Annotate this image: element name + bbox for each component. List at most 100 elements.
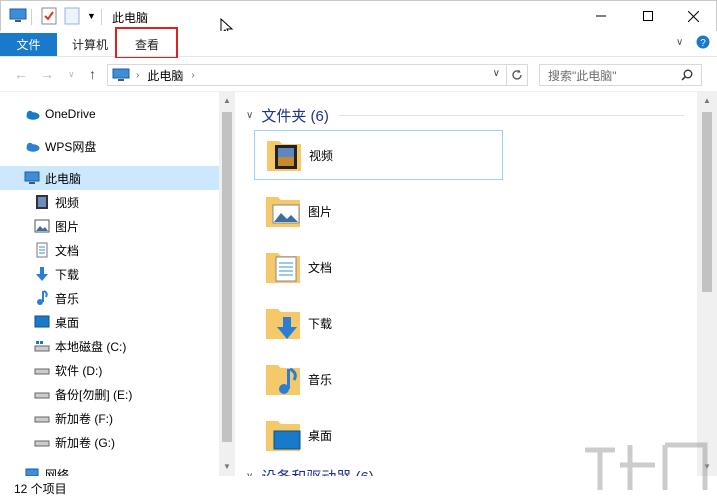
desktop-folder-icon	[264, 415, 302, 455]
nav-label: 文档	[55, 243, 80, 258]
folder-label: 图片	[308, 204, 333, 219]
folder-tile-desktop[interactable]: 桌面	[254, 410, 503, 460]
nav-scrollbar-thumb[interactable]	[222, 112, 232, 442]
forward-arrow-icon[interactable]: →	[40, 66, 54, 82]
tab-file[interactable]: 文件	[0, 33, 57, 56]
nav-item-drive-e[interactable]: 备份[勿删] (E:)	[0, 382, 219, 406]
breadcrumb-separator-icon[interactable]: ›	[191, 70, 194, 81]
search-placeholder: 搜索"此电脑"	[548, 68, 617, 83]
nav-item-onedrive[interactable]: OneDrive	[0, 102, 219, 126]
nav-item-drive-c[interactable]: 本地磁盘 (C:)	[0, 334, 219, 358]
drive-icon	[34, 338, 50, 354]
nav-item-this-pc[interactable]: 此电脑	[0, 166, 219, 190]
back-arrow-icon[interactable]: ←	[14, 66, 28, 82]
document-icon	[34, 242, 50, 258]
nav-label: 备份[勿删] (E:)	[55, 387, 133, 402]
nav-item-desktop[interactable]: 桌面	[0, 310, 219, 334]
folder-tile-documents[interactable]: 文档	[254, 242, 503, 292]
properties-icon[interactable]	[41, 7, 57, 25]
help-icon[interactable]: ?	[696, 35, 710, 52]
title-bar: ▼ 此电脑	[0, 0, 717, 31]
drive-icon	[34, 386, 50, 402]
scroll-up-arrow-icon[interactable]: ▲	[223, 96, 231, 105]
content-pane: ∨ 文件夹 (6) 视频 图片 文档 下载 音乐 桌面 ▲ ▼	[236, 92, 717, 476]
group-divider	[338, 115, 684, 116]
download-icon	[34, 266, 50, 282]
network-icon	[24, 466, 40, 476]
nav-item-pictures[interactable]: 图片	[0, 214, 219, 238]
nav-label: 视频	[55, 195, 80, 210]
expand-ribbon-chevron-icon[interactable]: ∨	[676, 37, 683, 48]
computer-icon	[112, 68, 130, 82]
minimize-button[interactable]	[578, 1, 623, 31]
nav-label: 网络	[45, 467, 70, 477]
nav-item-drive-f[interactable]: 新加卷 (F:)	[0, 406, 219, 430]
breadcrumb-item[interactable]: 此电脑	[147, 67, 183, 84]
search-icon[interactable]	[681, 69, 693, 84]
customize-toolbar-chevron-icon[interactable]: ▼	[87, 7, 96, 25]
collapse-chevron-icon[interactable]: ∨	[246, 110, 253, 121]
recent-locations-chevron-icon[interactable]: ∨	[68, 69, 75, 80]
breadcrumb-separator-icon[interactable]: ›	[136, 70, 139, 81]
content-scrollbar-thumb[interactable]	[702, 112, 712, 292]
maximize-button[interactable]	[625, 1, 670, 31]
download-folder-icon	[264, 303, 302, 343]
new-folder-icon[interactable]	[64, 7, 80, 25]
folder-tile-downloads[interactable]: 下载	[254, 298, 503, 348]
nav-label: 新加卷 (G:)	[55, 435, 115, 450]
music-folder-icon	[264, 359, 302, 399]
toolbar-separator	[31, 9, 32, 25]
folder-label: 音乐	[308, 372, 333, 387]
cloud-icon	[24, 138, 40, 154]
nav-item-wps[interactable]: WPS网盘	[0, 134, 219, 158]
item-count: 12 个项目	[14, 481, 67, 496]
address-row: ← → ∨ ↑ › 此电脑 › ∨ 搜索"此电脑"	[0, 58, 717, 92]
search-input[interactable]: 搜索"此电脑"	[539, 64, 702, 86]
drive-icon	[34, 362, 50, 378]
nav-scrollbar[interactable]: ▲ ▼	[219, 92, 235, 476]
folder-tile-music[interactable]: 音乐	[254, 354, 503, 404]
folder-tile-videos[interactable]: 视频	[254, 130, 503, 180]
folder-label: 文档	[308, 260, 333, 275]
drive-icon	[34, 410, 50, 426]
refresh-button[interactable]	[506, 64, 528, 86]
folder-tile-pictures[interactable]: 图片	[254, 186, 503, 236]
nav-item-downloads[interactable]: 下载	[0, 262, 219, 286]
navigation-pane: OneDrive WPS网盘 此电脑 视频 图片 文档 下载 音乐 桌面 本地磁…	[0, 92, 235, 476]
nav-label: 新加卷 (F:)	[55, 411, 113, 426]
nav-item-drive-d[interactable]: 软件 (D:)	[0, 358, 219, 382]
folder-label: 视频	[309, 148, 334, 163]
nav-label: WPS网盘	[45, 139, 97, 154]
video-icon	[34, 194, 50, 210]
video-folder-icon	[265, 135, 303, 175]
devices-group-title: 设备和驱动器 (6)	[261, 466, 374, 476]
quick-access-computer-icon[interactable]	[9, 7, 27, 25]
window-title: 此电脑	[112, 11, 149, 25]
svg-text:?: ?	[700, 38, 706, 49]
address-dropdown-chevron-icon[interactable]: ∨	[493, 68, 500, 79]
tab-computer[interactable]: 计算机	[66, 33, 114, 56]
nav-label: 图片	[55, 219, 80, 234]
cloud-icon	[24, 106, 40, 122]
up-arrow-icon[interactable]: ↑	[89, 66, 96, 82]
folders-group-header[interactable]: ∨ 文件夹 (6)	[246, 105, 329, 126]
close-button[interactable]	[671, 1, 716, 31]
nav-item-videos[interactable]: 视频	[0, 190, 219, 214]
nav-label: 下载	[55, 267, 80, 282]
content-scrollbar[interactable]: ▲ ▼	[697, 92, 717, 476]
nav-label: 此电脑	[45, 171, 82, 186]
desktop-icon	[34, 314, 50, 330]
nav-item-network[interactable]: 网络	[0, 462, 219, 476]
document-folder-icon	[264, 247, 302, 287]
scroll-up-arrow-icon[interactable]: ▲	[703, 96, 711, 105]
nav-item-music[interactable]: 音乐	[0, 286, 219, 310]
nav-item-documents[interactable]: 文档	[0, 238, 219, 262]
scroll-down-arrow-icon[interactable]: ▼	[223, 462, 231, 471]
devices-group-header[interactable]: ∨ 设备和驱动器 (6)	[246, 466, 374, 476]
nav-label: 桌面	[55, 315, 80, 330]
address-bar[interactable]: › 此电脑 › ∨	[107, 64, 507, 86]
toolbar-separator	[101, 9, 102, 25]
nav-item-drive-g[interactable]: 新加卷 (G:)	[0, 430, 219, 454]
highlight-annotation	[115, 27, 178, 59]
drive-icon	[34, 434, 50, 450]
